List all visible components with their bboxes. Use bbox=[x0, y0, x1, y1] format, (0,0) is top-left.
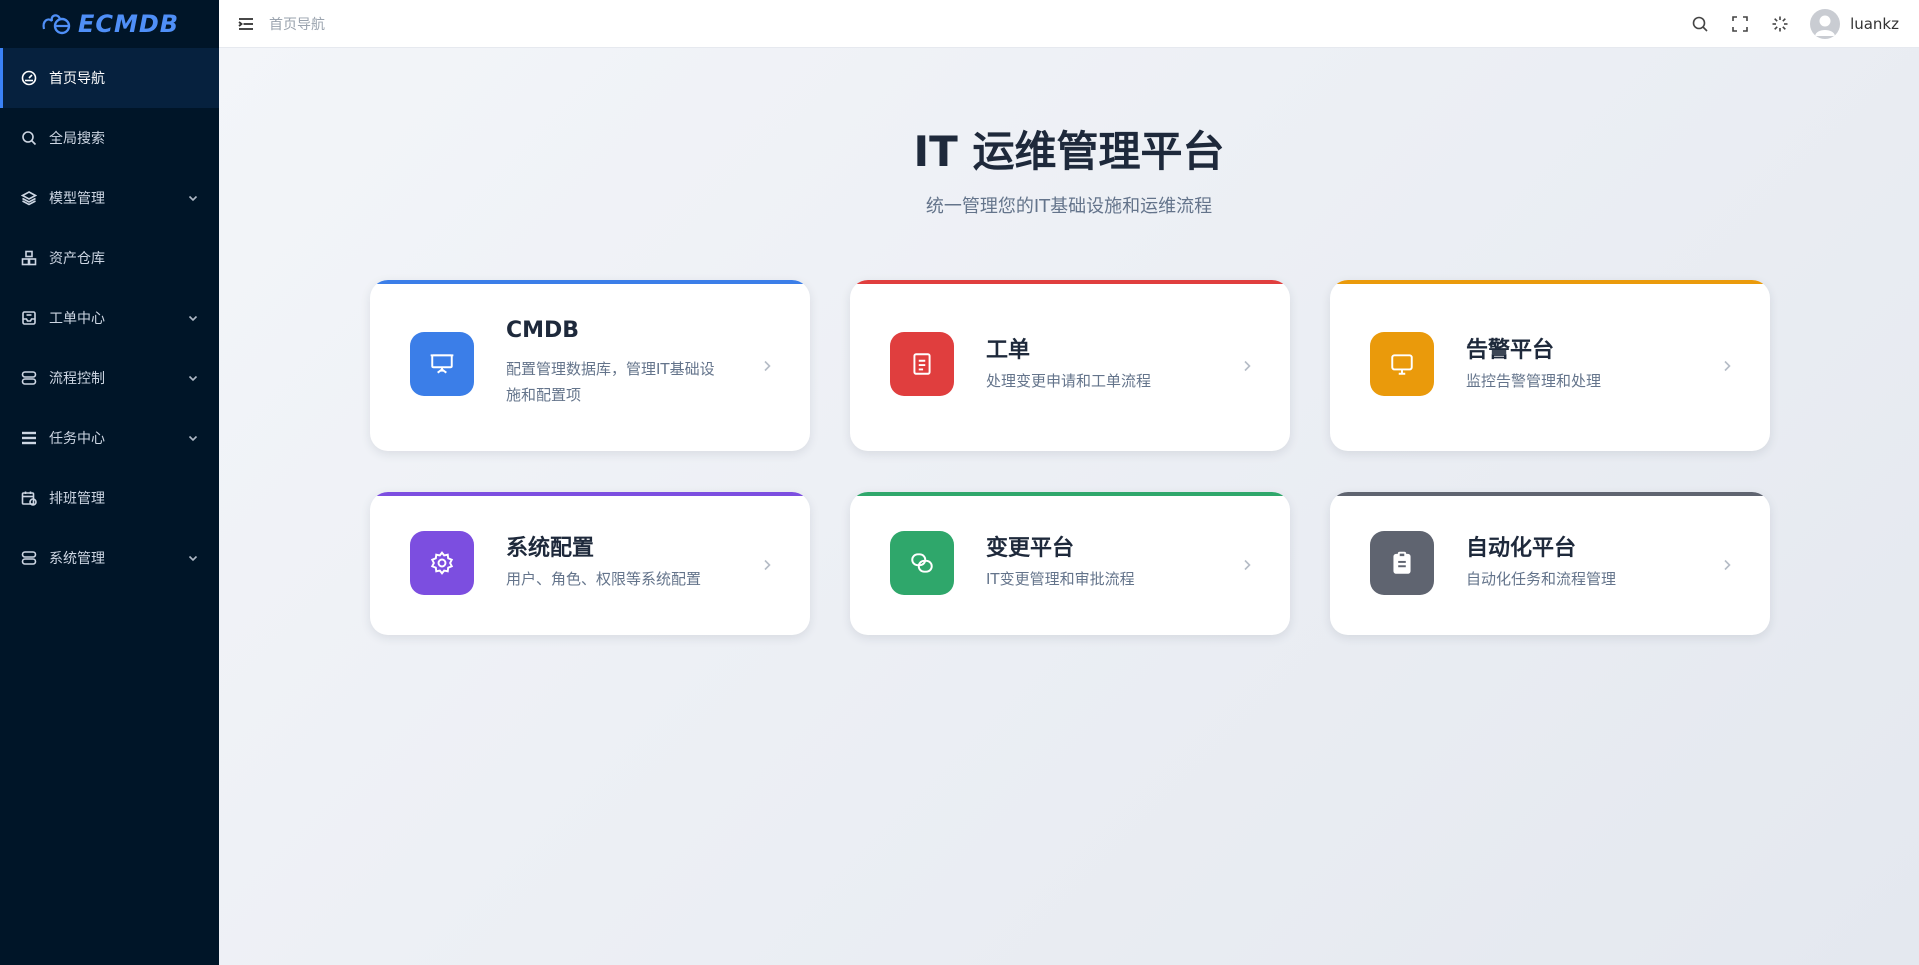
chevron-down-icon bbox=[187, 312, 199, 324]
list-icon bbox=[20, 429, 38, 447]
app-logo[interactable]: ECMDB bbox=[0, 0, 219, 48]
card-title: 自动化平台 bbox=[1466, 536, 1577, 561]
card-accent-bar bbox=[1330, 492, 1770, 496]
card-description: 用户、角色、权限等系统配置 bbox=[506, 570, 702, 588]
sidebar-toggle-icon[interactable] bbox=[237, 15, 255, 33]
card-accent-bar bbox=[1330, 280, 1770, 284]
sidebar-item-search[interactable]: 全局搜索 bbox=[0, 108, 219, 168]
card-accent-bar bbox=[850, 280, 1290, 284]
sidebar-item-label: 全局搜索 bbox=[49, 131, 105, 147]
search-icon[interactable] bbox=[1690, 14, 1710, 34]
boxes-icon bbox=[20, 249, 38, 267]
page-subtitle: 统一管理您的IT基础设施和运维流程 bbox=[925, 196, 1213, 217]
dashboard-icon bbox=[20, 69, 38, 87]
sidebar-item-label: 排班管理 bbox=[49, 491, 105, 507]
card-description: 监控告警管理和处理 bbox=[1466, 372, 1602, 390]
calendar-icon bbox=[20, 489, 38, 507]
sidebar-item-tickets[interactable]: 工单中心 bbox=[0, 288, 219, 348]
sidebar-item-label: 工单中心 bbox=[49, 311, 105, 327]
logo-text: ECMDB bbox=[77, 10, 180, 38]
server-icon bbox=[20, 549, 38, 567]
username: luankz bbox=[1850, 14, 1899, 33]
sidebar-item-process[interactable]: 流程控制 bbox=[0, 348, 219, 408]
sidebar-item-tasks[interactable]: 任务中心 bbox=[0, 408, 219, 468]
card-system-config[interactable]: 系统配置 用户、角色、权限等系统配置 bbox=[370, 492, 810, 635]
sidebar-item-models[interactable]: 模型管理 bbox=[0, 168, 219, 228]
sidebar-item-label: 流程控制 bbox=[49, 371, 105, 387]
card-title: CMDB bbox=[506, 318, 580, 343]
card-accent-bar bbox=[850, 492, 1290, 496]
card-automation[interactable]: 自动化平台 自动化任务和流程管理 bbox=[1330, 492, 1770, 635]
document-icon bbox=[890, 332, 954, 396]
presentation-icon bbox=[410, 332, 474, 396]
sidebar: ECMDB 首页导航 全局搜索 模型管理 资产仓库 工单中心 流程控制 任务中心… bbox=[0, 0, 219, 965]
sidebar-nav: 首页导航 全局搜索 模型管理 资产仓库 工单中心 流程控制 任务中心 排班管理 … bbox=[0, 48, 219, 588]
breadcrumb[interactable]: 首页导航 bbox=[269, 14, 325, 34]
page-title: IT 运维管理平台 bbox=[913, 127, 1225, 176]
chevron-down-icon bbox=[187, 552, 199, 564]
sidebar-item-label: 资产仓库 bbox=[49, 251, 105, 267]
card-accent-bar bbox=[370, 280, 810, 284]
chevron-right-icon bbox=[1720, 557, 1734, 571]
chevron-right-icon bbox=[1240, 358, 1254, 372]
chevron-right-icon bbox=[760, 358, 774, 372]
sidebar-item-home[interactable]: 首页导航 bbox=[0, 48, 219, 108]
chevron-down-icon bbox=[187, 372, 199, 384]
server-icon bbox=[20, 369, 38, 387]
card-alerts[interactable]: 告警平台 监控告警管理和处理 bbox=[1330, 280, 1770, 451]
top-header: 首页导航 luankz bbox=[219, 0, 1919, 48]
card-title: 告警平台 bbox=[1466, 338, 1555, 363]
card-cmdb[interactable]: CMDB 配置管理数据库，管理IT基础设施和配置项 bbox=[370, 280, 810, 451]
logo-mark-icon bbox=[42, 14, 71, 35]
chevron-down-icon bbox=[187, 192, 199, 204]
main-content: IT 运维管理平台 统一管理您的IT基础设施和运维流程 CMDB 配置管理数据库… bbox=[219, 48, 1919, 965]
layers-icon bbox=[20, 189, 38, 207]
sidebar-item-assets[interactable]: 资产仓库 bbox=[0, 228, 219, 288]
card-title: 工单 bbox=[986, 338, 1031, 363]
chevron-right-icon bbox=[760, 557, 774, 571]
sidebar-item-label: 模型管理 bbox=[49, 191, 105, 207]
gear-icon bbox=[410, 531, 474, 595]
search-icon bbox=[20, 129, 38, 147]
clipboard-icon bbox=[1370, 531, 1434, 595]
chevron-right-icon bbox=[1240, 557, 1254, 571]
card-accent-bar bbox=[370, 492, 810, 496]
card-title: 变更平台 bbox=[986, 536, 1075, 561]
card-change[interactable]: 变更平台 IT变更管理和审批流程 bbox=[850, 492, 1290, 635]
card-description: 自动化任务和流程管理 bbox=[1466, 570, 1617, 588]
card-tickets[interactable]: 工单 处理变更申请和工单流程 bbox=[850, 280, 1290, 451]
sidebar-item-label: 任务中心 bbox=[49, 431, 105, 447]
sidebar-item-system[interactable]: 系统管理 bbox=[0, 528, 219, 588]
chevron-down-icon bbox=[187, 432, 199, 444]
link-icon bbox=[890, 531, 954, 595]
inbox-icon bbox=[20, 309, 38, 327]
loading-icon[interactable] bbox=[1770, 14, 1790, 34]
fullscreen-icon[interactable] bbox=[1730, 14, 1750, 34]
card-description: IT变更管理和审批流程 bbox=[986, 570, 1135, 588]
header-actions: luankz bbox=[1690, 8, 1919, 39]
chevron-right-icon bbox=[1720, 358, 1734, 372]
card-description: 处理变更申请和工单流程 bbox=[986, 372, 1152, 390]
sidebar-item-label: 系统管理 bbox=[49, 551, 105, 567]
card-description: 配置管理数据库，管理IT基础设施和配置项 bbox=[506, 360, 715, 404]
card-title: 系统配置 bbox=[506, 536, 595, 561]
monitor-icon bbox=[1370, 332, 1434, 396]
user-menu[interactable]: luankz bbox=[1810, 8, 1899, 39]
sidebar-item-schedule[interactable]: 排班管理 bbox=[0, 468, 219, 528]
sidebar-item-label: 首页导航 bbox=[49, 71, 105, 87]
avatar[interactable] bbox=[1810, 8, 1841, 39]
